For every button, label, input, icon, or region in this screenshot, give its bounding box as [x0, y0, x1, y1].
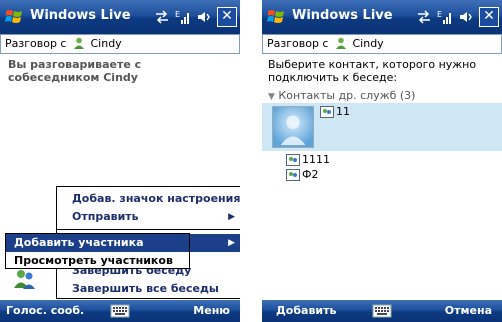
- messenger-contact-icon: [286, 154, 300, 166]
- contact-row[interactable]: Ф2: [286, 168, 486, 182]
- signal-icon[interactable]: E: [175, 9, 191, 25]
- menu-item-add-emoticon[interactable]: Добав. значок настроения: [57, 190, 240, 208]
- conversation-header: Разговор с Cindy: [262, 34, 502, 54]
- title-bar: Windows Live E ✕: [0, 0, 240, 34]
- network-icon[interactable]: [154, 10, 170, 24]
- app-title: Windows Live: [292, 8, 393, 23]
- contacts-icon[interactable]: [12, 268, 38, 290]
- volume-icon[interactable]: [458, 10, 474, 24]
- menu-item-end-all-conversations[interactable]: Завершить все беседы: [57, 280, 240, 298]
- avatar: [272, 106, 314, 148]
- submenu-selection-extension: ▶: [190, 234, 240, 252]
- chevron-right-icon: ▶: [228, 212, 235, 222]
- contact-row[interactable]: 1111: [286, 153, 486, 167]
- conversation-message: Вы разговариваете с собеседником Cindy: [8, 58, 142, 84]
- volume-icon[interactable]: [196, 10, 212, 24]
- svg-text:E: E: [175, 10, 180, 19]
- chevron-right-icon: ▶: [228, 238, 235, 248]
- windows-logo-icon[interactable]: [266, 7, 286, 27]
- right-phone-screen: Windows Live E ✕ Разговор с Cindy Выбери…: [262, 0, 502, 322]
- participants-submenu: Добавить участника Просмотреть участнико…: [5, 233, 190, 269]
- chevron-down-icon: ▼: [268, 92, 275, 102]
- contact-name: 1111: [302, 153, 330, 166]
- instruction-text: Выберите контакт, которого нужно подключ…: [268, 58, 477, 84]
- softkey-bar: Голос. сооб. Меню: [0, 300, 240, 322]
- close-icon[interactable]: ✕: [217, 7, 237, 27]
- softkey-voice-message[interactable]: Голос. сооб.: [6, 304, 84, 317]
- softkey-add[interactable]: Добавить: [276, 304, 336, 317]
- contact-row-selected[interactable]: 11: [262, 103, 502, 151]
- keyboard-icon[interactable]: [110, 304, 130, 318]
- buddy-icon: [73, 37, 84, 49]
- softkey-menu[interactable]: Меню: [193, 304, 230, 317]
- contact-name: 11: [336, 105, 350, 118]
- status-icons: E: [416, 7, 474, 27]
- menu-item-send[interactable]: Отправить ▶: [57, 208, 240, 226]
- buddy-icon: [335, 37, 346, 49]
- contact-name: Ф2: [302, 168, 319, 181]
- contact-name: Cindy: [352, 37, 384, 50]
- menu-divider: [57, 229, 240, 230]
- conversation-header: Разговор с Cindy: [0, 34, 240, 54]
- messenger-contact-icon: [320, 106, 334, 118]
- conversation-prefix: Разговор с: [5, 37, 67, 50]
- title-bar: Windows Live E ✕: [262, 0, 502, 34]
- softkey-cancel[interactable]: Отмена: [445, 304, 492, 317]
- close-icon[interactable]: ✕: [479, 7, 499, 27]
- conversation-prefix: Разговор с: [267, 37, 329, 50]
- left-phone-screen: Windows Live E ✕ Разговор с Cindy Вы раз…: [0, 0, 240, 322]
- signal-icon[interactable]: E: [437, 9, 453, 25]
- menu-item-add-participant[interactable]: Добавить участника: [6, 234, 189, 252]
- status-icons: E: [154, 7, 212, 27]
- network-icon[interactable]: [416, 10, 432, 24]
- contact-group-header[interactable]: ▼ Контакты др. служб (3): [268, 89, 415, 102]
- messenger-contact-icon: [286, 169, 300, 181]
- windows-logo-icon[interactable]: [4, 7, 24, 27]
- keyboard-icon[interactable]: [372, 304, 392, 318]
- softkey-bar: Добавить Отмена: [262, 300, 502, 322]
- svg-text:E: E: [437, 10, 442, 19]
- contact-name: Cindy: [90, 37, 122, 50]
- app-title: Windows Live: [30, 8, 131, 23]
